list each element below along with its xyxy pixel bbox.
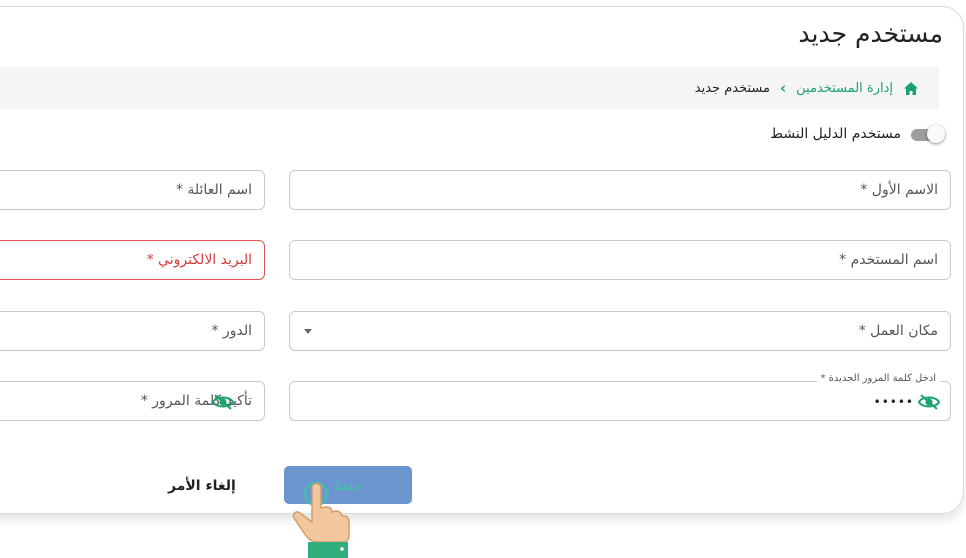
username-label: اسم المستخدم * — [839, 252, 938, 268]
role-label: الدور * — [211, 323, 252, 339]
confirm-password-field[interactable]: تأكيد كلمة المرور * — [0, 381, 265, 421]
active-directory-label: مستخدم الدليل النشط — [770, 126, 901, 142]
new-password-label: ادخل كلمة المرور الجديدة * — [816, 373, 940, 384]
new-password-value: ••••• — [873, 395, 914, 409]
new-password-field[interactable]: ادخل كلمة المرور الجديدة * ••••• — [289, 373, 951, 421]
email-field[interactable]: البريد الالكتروني * — [0, 240, 265, 280]
user-form-card: مستخدم جديد إدارة المستخدمين › مستخدم جد… — [0, 6, 964, 514]
chevron-down-icon — [304, 329, 312, 334]
role-field[interactable]: الدور * — [0, 311, 265, 351]
active-directory-toggle-row: مستخدم الدليل النشط — [770, 125, 945, 143]
breadcrumb-current: مستخدم جديد — [694, 80, 770, 96]
breadcrumb-separator-icon: › — [779, 79, 787, 97]
confirm-password-label: تأكيد كلمة المرور * — [140, 393, 252, 409]
breadcrumb-link-users[interactable]: إدارة المستخدمين — [796, 81, 893, 96]
home-icon[interactable] — [903, 81, 919, 96]
username-field[interactable]: اسم المستخدم * — [289, 240, 951, 280]
eye-off-icon[interactable] — [211, 393, 235, 411]
cancel-button[interactable]: إلغاء الأمر — [168, 478, 236, 494]
page-title: مستخدم جديد — [798, 19, 943, 48]
hand-pointer-icon — [292, 481, 350, 558]
active-directory-switch[interactable] — [909, 125, 945, 143]
first-name-label: الاسم الأول * — [860, 182, 938, 198]
workplace-select[interactable]: مكان العمل * — [289, 311, 951, 351]
workplace-label: مكان العمل * — [858, 323, 938, 339]
first-name-field[interactable]: الاسم الأول * — [289, 170, 951, 210]
last-name-label: اسم العائلة * — [175, 182, 252, 198]
breadcrumb: إدارة المستخدمين › مستخدم جديد — [695, 67, 919, 109]
email-label: البريد الالكتروني * — [146, 252, 252, 268]
breadcrumb-bar: إدارة المستخدمين › مستخدم جديد — [0, 67, 939, 109]
eye-off-icon[interactable] — [917, 393, 941, 411]
last-name-field[interactable]: اسم العائلة * — [0, 170, 265, 210]
